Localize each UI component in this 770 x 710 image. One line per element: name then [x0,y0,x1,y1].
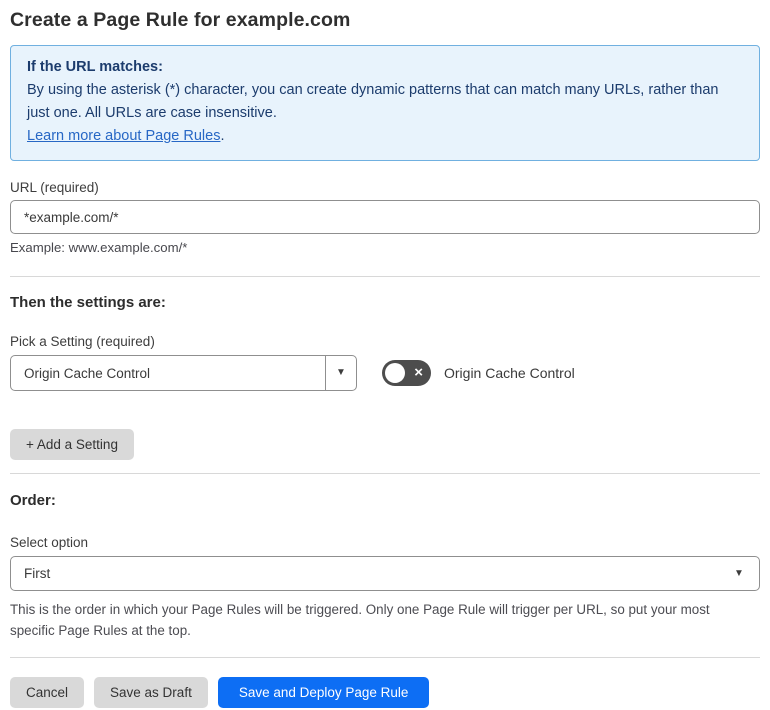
setting-toggle-label: Origin Cache Control [444,365,575,381]
toggle-knob [385,363,405,383]
setting-row: Origin Cache Control ▼ × Origin Cache Co… [10,355,760,391]
order-select-label: Select option [10,535,89,550]
order-help-text: This is the order in which your Page Rul… [10,602,710,638]
order-select[interactable]: First ▼ [10,556,760,591]
info-box-link-line: Learn more about Page Rules. [27,125,743,148]
learn-more-link[interactable]: Learn more about Page Rules [27,128,220,144]
info-box-heading: If the URL matches: [27,59,163,75]
toggle-off-x-icon: × [414,364,423,382]
order-select-value: First [24,566,51,581]
url-match-info-box: If the URL matches: By using the asteris… [10,45,760,161]
create-page-rule-form: Create a Page Rule for example.com If th… [0,0,770,710]
info-box-body: By using the asterisk (*) character, you… [27,82,719,121]
setting-select-arrow-button[interactable]: ▼ [325,356,356,390]
add-setting-button[interactable]: + Add a Setting [10,429,134,460]
link-suffix: . [220,128,225,144]
order-select-caret-cell: ▼ [719,557,759,590]
chevron-down-icon: ▼ [336,367,346,378]
setting-select-value: Origin Cache Control [24,365,151,381]
order-section-heading: Order: [10,492,56,509]
section-divider [10,276,760,277]
page-title: Create a Page Rule for example.com [10,9,351,31]
url-example-text: Example: www.example.com/* [10,240,188,255]
footer-actions: Cancel Save as Draft Save and Deploy Pag… [10,677,760,708]
section-divider [10,473,760,474]
url-field-label: URL (required) [10,180,99,195]
section-divider [10,657,760,658]
pick-setting-label: Pick a Setting (required) [10,334,155,349]
save-and-deploy-button[interactable]: Save and Deploy Page Rule [217,677,430,708]
settings-section-heading: Then the settings are: [10,294,166,311]
origin-cache-control-toggle[interactable]: × [382,360,431,386]
chevron-down-icon: ▼ [734,567,744,579]
cancel-button[interactable]: Cancel [10,677,85,708]
save-as-draft-button[interactable]: Save as Draft [94,677,208,708]
setting-select[interactable]: Origin Cache Control ▼ [10,355,357,391]
url-input[interactable] [10,200,760,234]
